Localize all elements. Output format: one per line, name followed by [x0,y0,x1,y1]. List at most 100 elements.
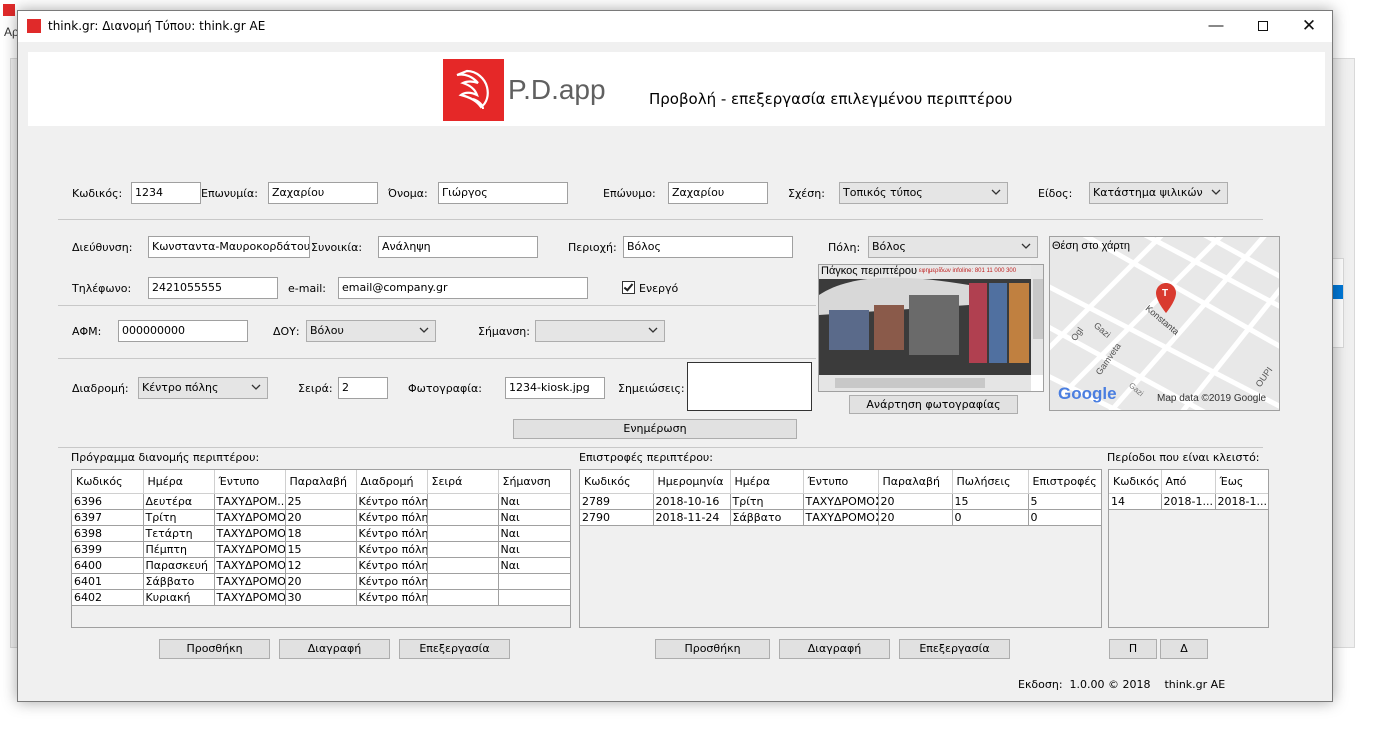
table-cell[interactable]: 15 [285,541,357,558]
table-cell[interactable]: Ναι [498,557,570,574]
column-header[interactable]: Ημερομηνία [653,470,731,494]
relation-dropdown[interactable]: Τοπικός τύπος [839,182,1008,204]
table-cell[interactable]: 14 [1109,493,1162,510]
table-cell[interactable]: Τετάρτη [143,525,215,542]
table-cell[interactable]: Παρασκευή [143,557,215,574]
table-cell[interactable]: 6397 [72,509,144,526]
table-cell[interactable]: ΤΑΧΥΔΡΟΜΟΣ [214,557,286,574]
table-cell[interactable]: 2018-1... [1161,493,1216,510]
column-header[interactable]: Παραλαβή [285,470,357,494]
surname-field[interactable]: Ζαχαρίου [668,182,768,204]
table-cell[interactable]: Κέντρο πόλης [356,589,428,606]
table-cell[interactable] [427,493,499,510]
table-cell[interactable] [498,589,570,606]
marking-dropdown[interactable] [535,320,665,342]
route-dropdown[interactable]: Κέντρο πόλης [138,377,268,399]
doy-dropdown[interactable]: Βόλου [306,320,436,342]
table-cell[interactable] [427,525,499,542]
closed-periods-grid[interactable]: Κωδικός Από Έως 14 2018-1... 2018-1... [1108,469,1269,628]
upload-photo-button[interactable]: Ανάρτηση φωτογραφίας [849,395,1018,414]
phone-field[interactable]: 2421055555 [148,277,278,299]
table-cell[interactable]: Κέντρο πόλης [356,557,428,574]
table-row[interactable]: 6402ΚυριακήΤΑΧΥΔΡΟΜΟΣ30Κέντρο πόλης [72,589,570,606]
table-cell[interactable]: ΤΑΧΥΔΡΟΜΟΣ [803,493,879,510]
table-cell[interactable]: 0 [1028,509,1101,526]
table-cell[interactable]: 5 [1028,493,1101,510]
area-field[interactable]: Βόλος [623,236,793,258]
email-field[interactable]: email@company.gr [338,277,588,299]
table-cell[interactable]: 20 [878,493,953,510]
type-dropdown[interactable]: Κατάστημα ψιλικών [1089,182,1228,204]
table-cell[interactable]: ΤΑΧΥΔΡΟΜΟΣ [214,589,286,606]
column-header[interactable]: Κωδικός [72,470,144,494]
schedule-grid[interactable]: Κωδικός Ημέρα Έντυπο Παραλαβή Διαδρομή Σειρά Σ… [71,469,571,628]
table-cell[interactable]: 20 [285,509,357,526]
table-cell[interactable] [498,573,570,590]
table-cell[interactable]: Σάββατο [730,509,804,526]
table-cell[interactable]: Κέντρο πόλης [356,573,428,590]
table-cell[interactable]: 6401 [72,573,144,590]
table-cell[interactable]: 2018-10-16 [653,493,731,510]
column-header[interactable]: Κωδικός [580,470,654,494]
table-row[interactable]: 6397ΤρίτηΤΑΧΥΔΡΟΜΟΣ20Κέντρο πόλης Ναι [72,509,570,526]
table-cell[interactable] [427,573,499,590]
table-cell[interactable]: Κέντρο πόλης [356,541,428,558]
closed-p-button[interactable]: Π [1109,639,1157,659]
table-cell[interactable]: Ναι [498,493,570,510]
column-header[interactable]: Έως [1215,470,1268,494]
table-cell[interactable]: 6399 [72,541,144,558]
table-row[interactable]: 6399ΠέμπτηΤΑΧΥΔΡΟΜΟΣ15Κέντρο πόλης Ναι [72,541,570,558]
table-cell[interactable] [427,509,499,526]
column-header[interactable]: Σήμανση [498,470,570,494]
table-row[interactable]: 6396ΔευτέραΤΑΧΥΔΡΟΜ...25Κέντρο πόλης Ναι [72,493,570,510]
table-cell[interactable]: 18 [285,525,357,542]
schedule-add-button[interactable]: Προσθήκη [159,639,270,659]
table-cell[interactable]: 25 [285,493,357,510]
table-row[interactable]: 6400ΠαρασκευήΤΑΧΥΔΡΟΜΟΣ12Κέντρο πόλης Ναι [72,557,570,574]
location-map[interactable]: Θέση στο χάρτη T Ogl Gazi Gamveta Konsta… [1049,236,1280,411]
table-cell[interactable]: ΤΑΧΥΔΡΟΜΟΣ [214,541,286,558]
table-cell[interactable]: Σάββατο [143,573,215,590]
column-header[interactable]: Έντυπο [214,470,286,494]
brand-field[interactable]: Ζαχαρίου [268,182,378,204]
address-field[interactable]: Κωνσταντα-Μαυροκορδάτου [148,236,310,258]
table-cell[interactable]: 20 [285,573,357,590]
table-cell[interactable]: 6402 [72,589,144,606]
returns-grid[interactable]: Κωδικός Ημερομηνία Ημέρα Έντυπο Παραλαβή Πωλή… [579,469,1102,628]
neighborhood-field[interactable]: Ανάληψη [378,236,538,258]
returns-delete-button[interactable]: Διαγραφή [779,639,890,659]
column-header[interactable]: Παραλαβή [878,470,953,494]
order-field[interactable]: 2 [338,377,388,399]
notes-field[interactable] [687,362,812,411]
code-field[interactable]: 1234 [131,182,201,204]
table-cell[interactable]: 2789 [580,493,654,510]
table-cell[interactable]: Ναι [498,541,570,558]
table-cell[interactable]: 2018-11-24 [653,509,731,526]
table-cell[interactable]: 15 [952,493,1029,510]
table-cell[interactable]: 2790 [580,509,654,526]
table-cell[interactable]: 12 [285,557,357,574]
table-cell[interactable]: Πέμπτη [143,541,215,558]
column-header[interactable]: Από [1161,470,1216,494]
table-cell[interactable]: 20 [878,509,953,526]
afm-field[interactable]: 000000000 [118,320,248,342]
table-cell[interactable] [427,557,499,574]
table-cell[interactable]: Τρίτη [730,493,804,510]
table-cell[interactable]: ΤΑΧΥΔΡΟΜΟΣ [214,525,286,542]
table-cell[interactable] [427,589,499,606]
photo-file-field[interactable]: 1234-kiosk.jpg [505,377,605,399]
table-cell[interactable]: Κέντρο πόλης [356,493,428,510]
table-cell[interactable]: Κέντρο πόλης [356,509,428,526]
table-row[interactable]: 2789 2018-10-16 Τρίτη ΤΑΧΥΔΡΟΜΟΣ 20 15 5 [580,493,1101,510]
city-dropdown[interactable]: Βόλος [868,236,1038,258]
table-cell[interactable] [427,541,499,558]
table-cell[interactable]: ΤΑΧΥΔΡΟΜ... [214,493,286,510]
table-cell[interactable]: 6396 [72,493,144,510]
maximize-button[interactable] [1240,11,1286,42]
table-cell[interactable]: 30 [285,589,357,606]
table-cell[interactable]: ΤΑΧΥΔΡΟΜΟΣ [803,509,879,526]
table-cell[interactable]: Κυριακή [143,589,215,606]
table-cell[interactable]: 6400 [72,557,144,574]
table-cell[interactable]: Ναι [498,525,570,542]
table-row[interactable]: 2790 2018-11-24 Σάββατο ΤΑΧΥΔΡΟΜΟΣ 20 0 0 [580,509,1101,526]
